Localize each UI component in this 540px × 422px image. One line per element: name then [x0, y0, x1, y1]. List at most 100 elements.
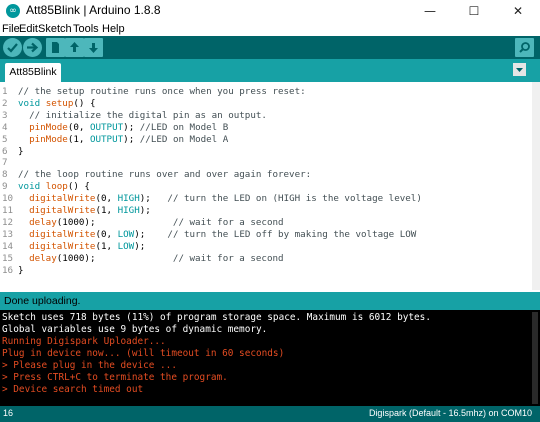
menu-sketch[interactable]: Sketch: [38, 22, 72, 36]
code-editor[interactable]: 1 // the setup routine runs once when you…: [0, 82, 540, 290]
code-comment: // wait for a second: [172, 216, 284, 228]
code-line[interactable]: 13 digitalWrite(0, LOW); // turn the LED…: [0, 229, 540, 240]
code-function: pinMode: [29, 133, 68, 145]
code-keyword: OUTPUT: [89, 121, 124, 133]
title-bar: ∞ Att85Blink | Arduino 1.8.8 — ☐ ✕: [0, 0, 540, 22]
code-comment: // the loop routine runs over and over a…: [18, 169, 312, 181]
code-line[interactable]: 2 void setup() {: [0, 98, 540, 109]
code-function: pinMode: [29, 121, 68, 133]
window-title: Att85Blink | Arduino 1.8.8: [26, 3, 161, 17]
code-comment: // turn the LED off by making the voltag…: [167, 228, 417, 240]
code-line[interactable]: 16}: [0, 265, 540, 276]
upload-button[interactable]: [23, 38, 42, 57]
minimize-button[interactable]: —: [408, 0, 452, 22]
line-number: 6: [2, 145, 8, 157]
code-token: );: [134, 240, 146, 252]
menu-file[interactable]: File: [2, 22, 20, 36]
code-line[interactable]: 12 delay(1000); // wait for a second: [0, 217, 540, 228]
chevron-down-icon: [516, 68, 523, 72]
tab-att85blink[interactable]: Att85Blink: [5, 63, 61, 82]
code-function: delay: [29, 252, 57, 264]
code-line[interactable]: 11 digitalWrite(1, HIGH);: [0, 205, 540, 216]
maximize-button[interactable]: ☐: [452, 0, 496, 22]
code-line[interactable]: 6}: [0, 146, 540, 157]
line-number: 5: [2, 133, 8, 145]
status-message: Done uploading.: [4, 295, 81, 307]
code-token: );: [134, 228, 168, 240]
code-token: }: [18, 145, 24, 157]
open-button[interactable]: [65, 38, 84, 57]
line-number: 15: [2, 252, 14, 264]
line-number: 13: [2, 228, 14, 240]
line-number: 11: [2, 205, 14, 216]
code-text: digitalWrite(1, HIGH);: [18, 205, 151, 216]
code-line[interactable]: 10 digitalWrite(0, HIGH); // turn the LE…: [0, 193, 540, 204]
console-line: > Press CTRL+C to terminate the program.: [2, 372, 228, 383]
code-line[interactable]: 3 // initialize the digital pin as an ou…: [0, 110, 540, 121]
console-line: Plug in device now... (will timeout in 6…: [2, 348, 285, 359]
code-comment: // wait for a second: [172, 252, 284, 264]
serial-monitor-button[interactable]: [515, 38, 534, 57]
line-number: 2: [2, 97, 8, 109]
code-token: (0,: [95, 193, 118, 205]
verify-button[interactable]: [3, 38, 22, 57]
code-text: digitalWrite(1, LOW);: [18, 241, 145, 252]
code-line[interactable]: 7: [0, 157, 540, 168]
open-icon: [70, 42, 79, 52]
tab-bar: Att85Blink: [0, 59, 540, 82]
upload-icon: [27, 42, 39, 53]
line-number: 12: [2, 216, 14, 228]
code-line[interactable]: 15 delay(1000); // wait for a second: [0, 253, 540, 264]
code-token: );: [123, 121, 140, 133]
console-line: Global variables use 9 bytes of dynamic …: [2, 324, 268, 335]
code-text: // the setup routine runs once when you …: [18, 86, 306, 97]
code-keyword: LOW: [117, 240, 135, 252]
code-comment: //LED on Model B: [139, 121, 229, 133]
menu-edit[interactable]: Edit: [19, 22, 38, 36]
verify-icon: [7, 43, 18, 53]
code-token: () {: [67, 181, 90, 193]
console-scrollbar[interactable]: [532, 312, 538, 404]
code-text: delay(1000); // wait for a second: [18, 252, 284, 264]
code-keyword: LOW: [117, 228, 135, 240]
code-token: (1,: [95, 205, 118, 216]
new-button[interactable]: [46, 38, 65, 57]
code-token: );: [139, 205, 151, 216]
code-token: (1000);: [56, 252, 173, 264]
line-number-indicator: 16: [3, 408, 14, 418]
menu-bar: File Edit Sketch Tools Help: [0, 22, 540, 36]
code-line[interactable]: 14 digitalWrite(1, LOW);: [0, 241, 540, 252]
code-token: }: [18, 264, 24, 276]
close-button[interactable]: ✕: [496, 0, 540, 22]
code-line[interactable]: 4 pinMode(0, OUTPUT); //LED on Model B: [0, 122, 540, 133]
code-token: (1000);: [56, 216, 173, 228]
code-function: digitalWrite: [29, 205, 96, 216]
code-line[interactable]: 1 // the setup routine runs once when you…: [0, 86, 540, 97]
code-text: }: [18, 146, 24, 157]
board-info: Digispark (Default - 16.5mhz) on COM10: [368, 408, 532, 418]
tab-menu-button[interactable]: [513, 63, 526, 76]
code-function: loop: [45, 181, 68, 193]
code-function: digitalWrite: [29, 228, 96, 240]
code-comment: // turn the LED on (HIGH is the voltage …: [167, 193, 422, 205]
menu-tools[interactable]: Tools: [73, 22, 99, 36]
arduino-logo-icon: ∞: [6, 4, 20, 18]
line-number: 7: [2, 157, 8, 169]
code-function: delay: [29, 216, 57, 228]
menu-help[interactable]: Help: [102, 22, 125, 36]
code-text: digitalWrite(0, LOW); // turn the LED of…: [18, 229, 416, 240]
code-line[interactable]: 9 void loop() {: [0, 181, 540, 192]
line-number: 14: [2, 240, 14, 252]
code-line[interactable]: 5 pinMode(1, OUTPUT); //LED on Model A: [0, 134, 540, 145]
save-button[interactable]: [84, 38, 103, 57]
code-text: // the loop routine runs over and over a…: [18, 169, 311, 180]
line-number: 1: [2, 86, 8, 97]
code-token: () {: [73, 97, 96, 109]
code-line[interactable]: 8 // the loop routine runs over and over …: [0, 169, 540, 180]
code-token: (1,: [95, 240, 118, 252]
code-token: );: [123, 133, 140, 145]
line-number: 3: [2, 109, 8, 121]
editor-scrollbar[interactable]: [532, 82, 540, 290]
